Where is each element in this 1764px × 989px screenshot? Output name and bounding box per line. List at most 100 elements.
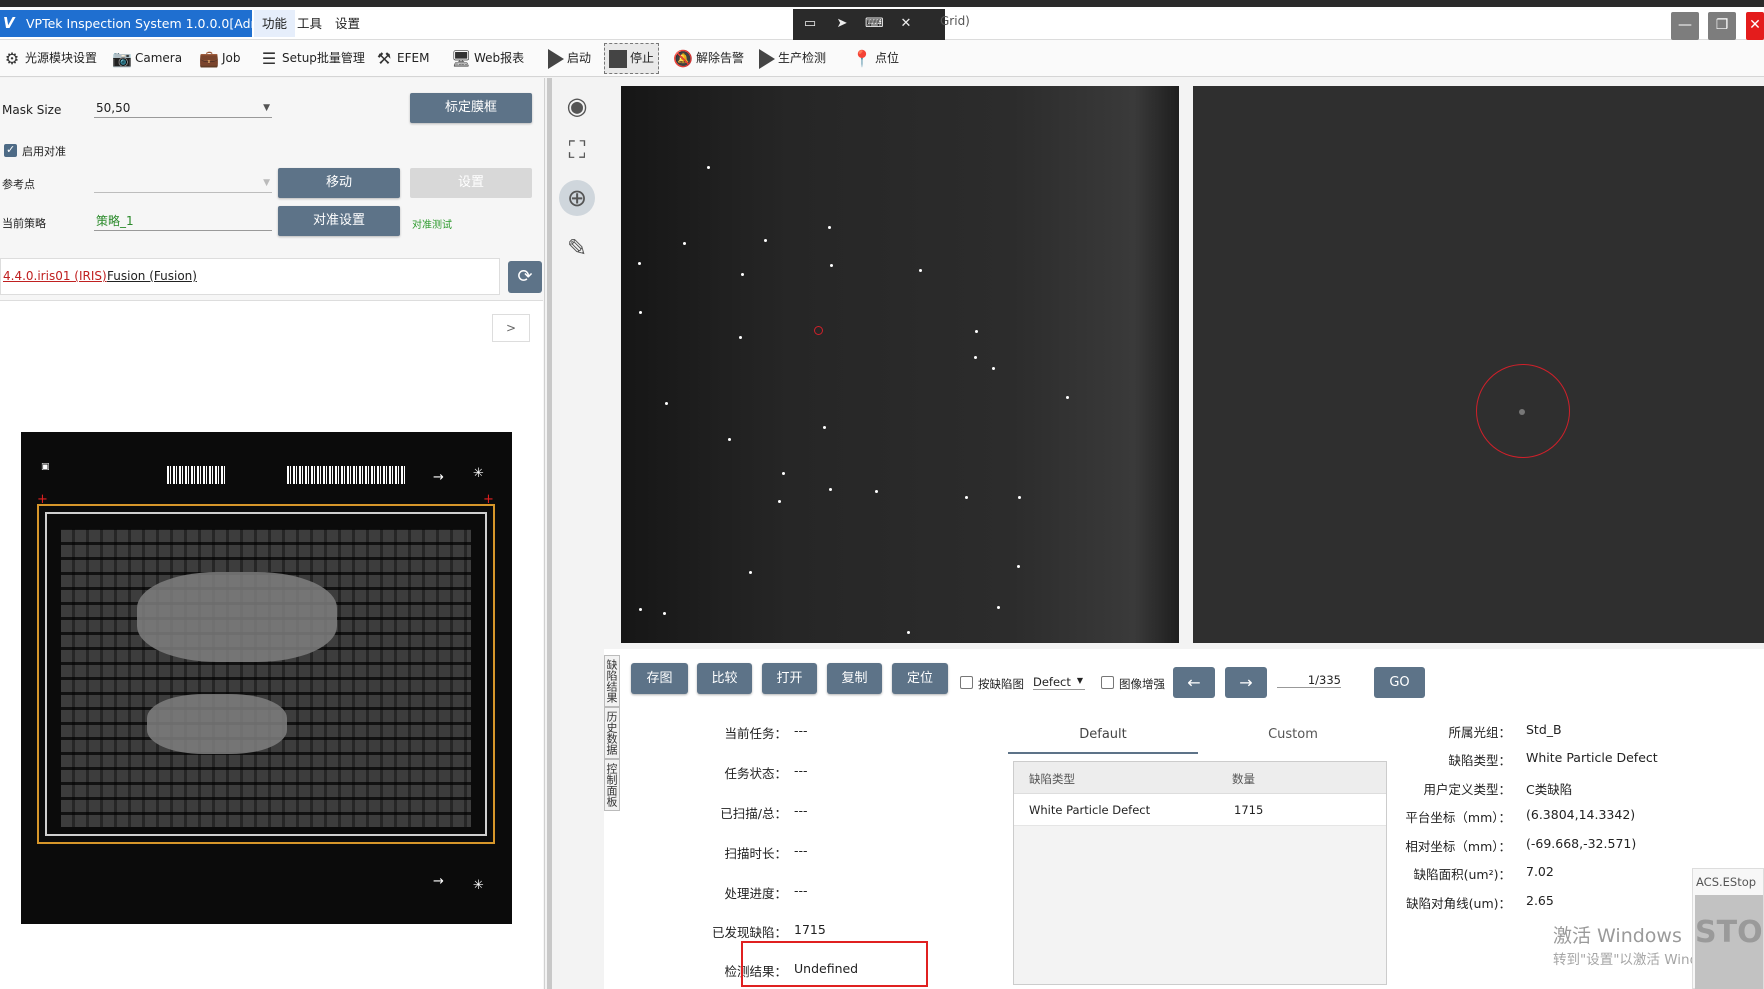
align-settings-button[interactable]: 对准设置 bbox=[278, 206, 400, 236]
current-strategy-label: 当前策略 bbox=[2, 217, 46, 230]
mask-size-value: 50,50 bbox=[96, 101, 131, 115]
set-button[interactable]: 设置 bbox=[410, 168, 532, 198]
menu-settings[interactable]: 设置 bbox=[327, 10, 368, 37]
user-type-label: 用户定义类型： bbox=[1423, 782, 1511, 797]
image-enhance-checkbox[interactable] bbox=[1101, 676, 1114, 689]
mask-size-select[interactable]: 50,50 ▼ bbox=[94, 98, 272, 118]
screen-close-icon[interactable]: ✕ bbox=[897, 16, 915, 32]
screen-pointer-icon[interactable]: ➤ bbox=[833, 16, 851, 32]
toolbar-label: 启动 bbox=[567, 51, 592, 65]
open-button[interactable]: 打开 bbox=[762, 663, 817, 694]
arrow-right-icon: → bbox=[433, 874, 444, 889]
defects-found-label: 已发现缺陷： bbox=[711, 925, 787, 940]
next-defect-button[interactable]: → bbox=[1225, 667, 1267, 698]
page-indicator[interactable]: 1/335 bbox=[1277, 673, 1341, 688]
snapshot-camera-icon[interactable]: ◉ bbox=[559, 88, 595, 124]
task-value: --- bbox=[794, 723, 808, 738]
toolbar-production-inspect-button[interactable]: 生产检测 bbox=[759, 43, 826, 74]
defect-dot bbox=[782, 472, 785, 475]
estop-label: ACS.EStop bbox=[1696, 875, 1757, 889]
minimize-button[interactable]: — bbox=[1671, 12, 1699, 40]
scan-time-label: 扫描时长： bbox=[724, 846, 787, 861]
tab-defect-results[interactable]: 缺陷结果 bbox=[604, 655, 620, 707]
locate-button[interactable]: 定位 bbox=[892, 663, 948, 694]
screen-keyboard-icon[interactable]: ⌨ bbox=[865, 16, 884, 32]
defect-area-value: 7.02 bbox=[1526, 864, 1554, 879]
scanned-value: --- bbox=[794, 803, 808, 818]
toolbar-efem-button[interactable]: ⚒ EFEM bbox=[374, 43, 430, 74]
screen-monitor-icon[interactable]: ▭ bbox=[801, 16, 819, 32]
relative-coord-label: 相对坐标（mm）： bbox=[1405, 839, 1511, 854]
panel-splitter[interactable] bbox=[547, 78, 552, 989]
move-button[interactable]: 移动 bbox=[278, 168, 400, 198]
calibrate-frame-button[interactable]: 标定膜框 bbox=[410, 93, 532, 123]
toolbar-start-button[interactable]: 启动 bbox=[548, 43, 591, 74]
toolbar-job-button[interactable]: 💼 Job bbox=[199, 43, 240, 74]
defect-dot bbox=[638, 262, 641, 265]
ref-point-label: 参考点 bbox=[2, 178, 35, 191]
refresh-settings-button[interactable]: ⟳ bbox=[508, 261, 542, 293]
barcode-left bbox=[167, 466, 225, 484]
estop-widget[interactable]: ACS.EStop STOP bbox=[1692, 868, 1764, 989]
save-image-button[interactable]: 存图 bbox=[631, 663, 688, 694]
current-strategy-field[interactable]: 策略_1 bbox=[94, 211, 272, 231]
go-button[interactable]: GO bbox=[1374, 667, 1425, 698]
toolbar-setup-batch-button[interactable]: ☰ Setup批量管理 bbox=[259, 43, 365, 74]
defect-type-select[interactable]: Defect ▼ bbox=[1033, 675, 1085, 690]
defect-dot bbox=[823, 426, 826, 429]
toolbar-clear-alarm-button[interactable]: 🔕 解除告警 bbox=[673, 43, 744, 74]
menu-tools[interactable]: 工具 bbox=[289, 10, 330, 37]
prev-defect-button[interactable]: ← bbox=[1173, 667, 1215, 698]
toolbar-label: 光源模块设置 bbox=[25, 51, 98, 65]
defect-dot bbox=[1018, 496, 1021, 499]
defect-dot bbox=[749, 571, 752, 574]
expand-button[interactable]: > bbox=[492, 314, 530, 342]
enable-align-checkbox[interactable] bbox=[4, 143, 17, 157]
defect-dot bbox=[829, 488, 832, 491]
defect-dot bbox=[997, 606, 1000, 609]
defect-zoom-view[interactable] bbox=[1193, 86, 1764, 643]
defect-dot bbox=[828, 226, 831, 229]
fusion-link[interactable]: Fusion (Fusion) bbox=[107, 269, 197, 283]
tray-map-image[interactable]: ▣ → ✳ + + → ✳ bbox=[21, 432, 512, 924]
copy-button[interactable]: 复制 bbox=[827, 663, 882, 694]
toolbar-camera-button[interactable]: 📷 Camera bbox=[112, 43, 182, 74]
image-tool-strip: ◉ ⛶ ⊕ ✎ bbox=[553, 78, 603, 989]
toolbar-stop-button[interactable]: 停止 bbox=[604, 43, 660, 74]
overview-image-view[interactable] bbox=[621, 86, 1179, 643]
defect-dot bbox=[965, 496, 968, 499]
defect-dot bbox=[830, 264, 833, 267]
barcode-right bbox=[287, 466, 405, 484]
app-logo-icon: V bbox=[3, 14, 15, 32]
defect-area-label: 缺陷面积(um²)： bbox=[1413, 867, 1511, 882]
activate-windows-watermark: 激活 Windows bbox=[1553, 925, 1682, 947]
title-bar: V VPTek Inspection System 1.0.0.0[Admin]… bbox=[0, 7, 1764, 43]
defect-dot bbox=[639, 608, 642, 611]
grid-globe-icon[interactable]: ⊕ bbox=[559, 180, 595, 216]
stop-button[interactable]: STOP bbox=[1695, 895, 1763, 989]
measure-ruler-icon[interactable]: ✎ bbox=[559, 230, 595, 266]
toolbar-points-button[interactable]: 📍 点位 bbox=[852, 43, 899, 74]
by-defect-map-label: 按缺陷图 bbox=[978, 677, 1024, 691]
corner-mark-icon: ▣ bbox=[41, 462, 50, 472]
defect-diagonal-value: 2.65 bbox=[1526, 893, 1554, 908]
ref-point-select[interactable]: ▼ bbox=[94, 173, 272, 193]
defect-dot bbox=[974, 356, 977, 359]
iris-link[interactable]: 4.4.0.iris01 (IRIS) bbox=[3, 269, 107, 283]
toolbar-light-module-button[interactable]: ⚙ 光源模块设置 bbox=[2, 43, 97, 74]
align-test-link[interactable]: 对准测试 bbox=[412, 216, 452, 231]
toolbar-label: EFEM bbox=[397, 51, 430, 65]
tab-default[interactable]: Default bbox=[1008, 718, 1198, 754]
defect-dot bbox=[683, 242, 686, 245]
fit-image-icon[interactable]: ⛶ bbox=[559, 132, 595, 168]
toolbar-web-report-button[interactable]: 🖥 Web报表 bbox=[451, 43, 524, 74]
chevron-down-icon: ▼ bbox=[263, 103, 270, 113]
by-defect-map-checkbox[interactable] bbox=[960, 676, 973, 689]
close-window-button[interactable]: ✕ bbox=[1746, 12, 1764, 40]
task-state-value: --- bbox=[794, 763, 808, 778]
asterisk-mark-icon: ✳ bbox=[473, 466, 484, 481]
maximize-button[interactable]: ❐ bbox=[1708, 12, 1736, 40]
refresh-gear-icon: ⟳ bbox=[517, 266, 533, 287]
compare-button[interactable]: 比较 bbox=[697, 663, 752, 694]
arrow-left-icon: ← bbox=[1187, 673, 1201, 692]
